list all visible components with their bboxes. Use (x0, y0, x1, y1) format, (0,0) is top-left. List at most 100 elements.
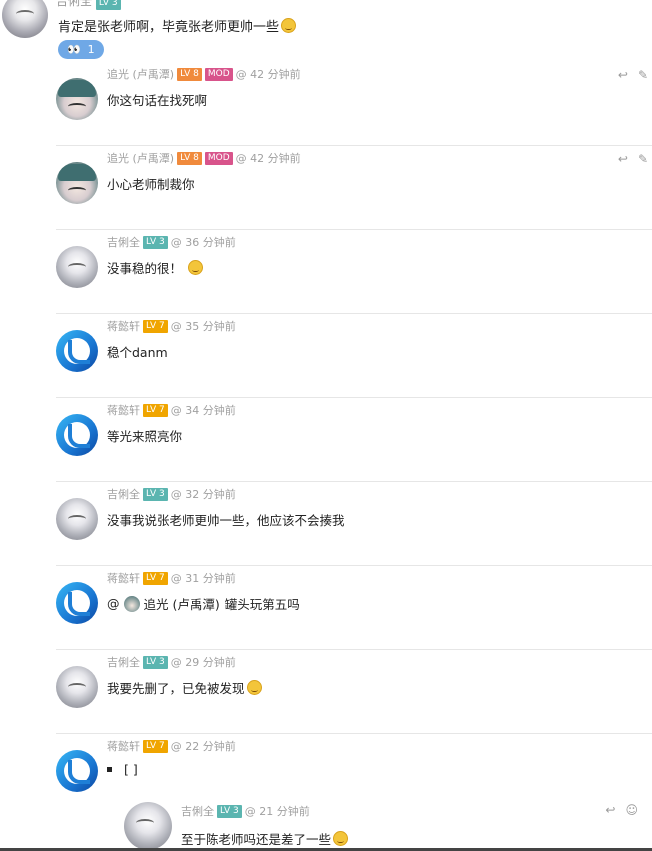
reply-item: 吉俐全 LV 3 @ 36 分钟前 没事稳的很！ (56, 230, 652, 314)
avatar[interactable] (56, 78, 98, 120)
comment-body: 罐头玩第五吗 (224, 597, 300, 612)
reply-icon[interactable]: ↩ (605, 803, 615, 817)
author-name[interactable]: 吉俐全 (107, 234, 140, 250)
comment-text: 你这句话在找死啊 (107, 93, 208, 108)
comment-meta: 追光 (卢禹潭) LV 8 MOD @ 42 分钟前 (107, 150, 301, 166)
timestamp: @ 34 分钟前 (170, 404, 236, 417)
mention-user[interactable]: 追光 (卢禹潭) (144, 594, 220, 613)
author-name[interactable]: 追光 (卢禹潭) (107, 66, 174, 82)
comment-meta: 追光 (卢禹潭) LV 8 MOD @ 42 分钟前 (107, 66, 301, 82)
level-badge: LV 3 (217, 804, 242, 818)
author-name[interactable]: 吉俐全 (181, 803, 214, 819)
timestamp: @ 42 分钟前 (235, 68, 301, 81)
level-badge: LV 3 (95, 0, 121, 10)
mention-prefix: @ (107, 596, 120, 611)
comment-meta: 吉俐全 LV 3 @ 29 分钟前 (107, 654, 236, 670)
comment-text: 没事稳的很！ (107, 258, 204, 277)
reply-item: 蒋懿轩 LV 7 @ 34 分钟前 等光来照亮你 (56, 398, 652, 482)
comment-meta: 蒋懿轩 LV 7 @ 31 分钟前 (107, 570, 236, 586)
level-badge: LV 3 (143, 487, 168, 501)
comment-text: 我要先删了，已免被发现 (107, 678, 262, 697)
mod-badge: MOD (204, 151, 233, 165)
reply-icon[interactable]: ↩ (618, 152, 628, 166)
level-badge: LV 7 (143, 319, 168, 333)
comment-meta: 蒋懿轩 LV 7 @ 35 分钟前 (107, 318, 236, 334)
comment-meta: 蒋懿轩 LV 7 @ 22 分钟前 (107, 738, 236, 754)
comment-actions: ↩ ✎ (618, 68, 648, 82)
level-badge: LV 7 (143, 403, 168, 417)
comment-text: [ ] (107, 762, 138, 777)
reply-item: 蒋懿轩 LV 7 @ 31 分钟前 @ 追光 (卢禹潭) 罐头玩第五吗 (56, 566, 652, 650)
comment-body: 至于陈老师吗还是差了一些 (181, 832, 332, 847)
reply-item: 追光 (卢禹潭) LV 8 MOD @ 42 分钟前 你这句话在找死啊 ↩ ✎ (56, 62, 652, 146)
top-comment: 吉俐全 LV 3 肯定是张老师啊，毕竟张老师更帅一些 👀 1 (0, 0, 652, 62)
level-badge: LV 7 (143, 739, 168, 753)
author-name[interactable]: 蒋懿轩 (107, 318, 140, 334)
comment-body: 我要先删了，已免被发现 (107, 681, 245, 696)
reaction-count: 1 (87, 43, 95, 56)
comment-body: [ ] (124, 762, 138, 777)
timestamp: @ 29 分钟前 (170, 656, 236, 669)
comment-text: 等光来照亮你 (107, 429, 183, 444)
author-name[interactable]: 蒋懿轩 (107, 570, 140, 586)
avatar[interactable] (56, 750, 98, 792)
avatar[interactable] (2, 0, 48, 38)
timestamp: @ 21 分钟前 (244, 805, 310, 818)
avatar[interactable] (56, 414, 98, 456)
timestamp: @ 35 分钟前 (170, 320, 236, 333)
author-name[interactable]: 蒋懿轩 (107, 402, 140, 418)
comment-body: 肯定是张老师啊，毕竟张老师更帅一些 (58, 20, 280, 35)
comment-body: 没事稳的很！ (107, 261, 183, 276)
reply-icon[interactable]: ↩ (618, 68, 628, 82)
comment-meta: 蒋懿轩 LV 7 @ 34 分钟前 (107, 402, 236, 418)
comment-text: @ 追光 (卢禹潭) 罐头玩第五吗 (107, 594, 300, 613)
avatar[interactable] (56, 246, 98, 288)
grimace-emoji-icon (246, 680, 262, 695)
mention-avatar (123, 595, 140, 612)
avatar[interactable] (56, 162, 98, 204)
wink-emoji-icon (188, 260, 204, 275)
author-name[interactable]: 吉俐全 (107, 486, 140, 502)
comment-text: 稳个danm (107, 345, 168, 360)
comment-text: 至于陈老师吗还是差了一些 (181, 829, 349, 848)
avatar[interactable] (56, 666, 98, 708)
reaction-button[interactable]: 👀 1 (58, 40, 104, 59)
avatar[interactable] (56, 330, 98, 372)
comment-actions: ↩ ☺ (605, 803, 638, 817)
timestamp: @ 31 分钟前 (170, 572, 236, 585)
comment-meta: 吉俐全 LV 3 @ 32 分钟前 (107, 486, 236, 502)
comment-meta: 吉俐全 LV 3 @ 21 分钟前 (181, 803, 310, 819)
author-name[interactable]: 追光 (卢禹潭) (107, 150, 174, 166)
timestamp: @ 22 分钟前 (170, 740, 236, 753)
bullet-icon (107, 767, 112, 772)
comment-meta: 吉俐全 LV 3 (56, 0, 121, 10)
author-name[interactable]: 蒋懿轩 (107, 738, 140, 754)
timestamp: @ 36 分钟前 (170, 236, 236, 249)
avatar[interactable] (56, 498, 98, 540)
author-name[interactable]: 吉俐全 (56, 0, 92, 8)
level-badge: LV 3 (143, 235, 168, 249)
comment-actions: ↩ ✎ (618, 152, 648, 166)
grin-emoji-icon (281, 18, 297, 33)
edit-icon[interactable]: ✎ (638, 68, 648, 82)
emoji-picker-icon[interactable]: ☺ (625, 803, 638, 817)
mod-badge: MOD (204, 67, 233, 81)
edit-icon[interactable]: ✎ (638, 152, 648, 166)
author-name[interactable]: 吉俐全 (107, 654, 140, 670)
level-badge: LV 3 (143, 655, 168, 669)
timestamp: @ 42 分钟前 (235, 152, 301, 165)
avatar[interactable] (124, 802, 172, 850)
reply-item: 吉俐全 LV 3 @ 29 分钟前 我要先删了，已免被发现 (56, 650, 652, 734)
timestamp: @ 32 分钟前 (170, 488, 236, 501)
comment-text: 没事我说张老师更帅一些，他应该不会揍我 (107, 513, 345, 528)
reply-item: 吉俐全 LV 3 @ 32 分钟前 没事我说张老师更帅一些，他应该不会揍我 (56, 482, 652, 566)
reply-item: 蒋懿轩 LV 7 @ 35 分钟前 稳个danm (56, 314, 652, 398)
comment-meta: 吉俐全 LV 3 @ 36 分钟前 (107, 234, 236, 250)
smile-emoji-icon (333, 831, 349, 846)
level-badge: LV 7 (143, 571, 168, 585)
comment-text: 小心老师制裁你 (107, 177, 195, 192)
nested-reply-item: 吉俐全 LV 3 @ 21 分钟前 至于陈老师吗还是差了一些 ↩ ☺ (124, 798, 652, 851)
comment-text: 肯定是张老师啊，毕竟张老师更帅一些 (58, 16, 297, 35)
avatar[interactable] (56, 582, 98, 624)
level-badge: LV 8 (177, 151, 202, 165)
